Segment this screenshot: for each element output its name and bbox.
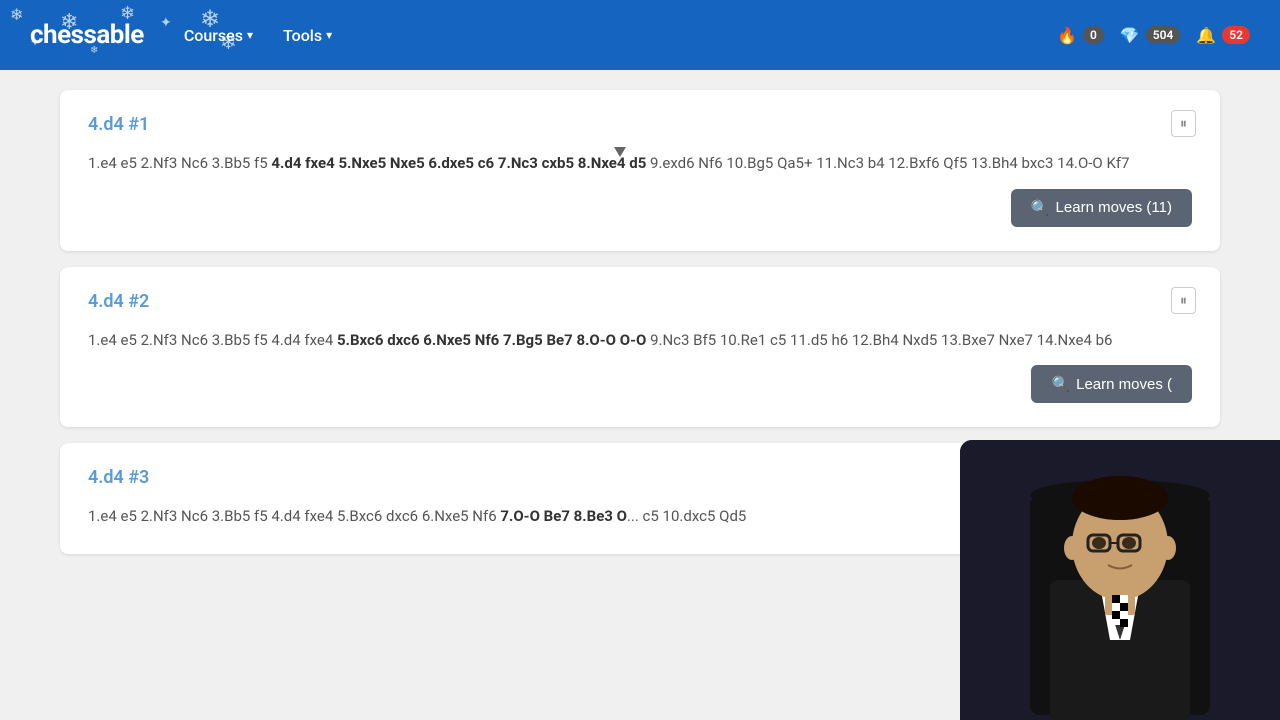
fire-icon: 🔥 <box>1057 26 1077 45</box>
bell-icon: 🔔 <box>1196 26 1216 45</box>
card-3-moves-normal2: ... c5 10.dxc5 Qd5 <box>627 507 746 525</box>
snowflake-icon: ❄ <box>10 5 23 24</box>
card-2-learn-label: Learn moves ( <box>1076 376 1172 393</box>
mouse-cursor <box>614 147 626 157</box>
tools-chevron-icon: ▾ <box>326 28 332 42</box>
webcam-person <box>960 440 1280 720</box>
card-2-moves: 1.e4 e5 2.Nf3 Nc6 3.Bb5 f5 4.d4 fxe4 5.B… <box>88 328 1192 354</box>
card-1-moves-bold: 4.d4 fxe4 5.Nxe5 Nxe5 6.dxe5 c6 7.Nc3 cx… <box>271 154 646 172</box>
tools-label: Tools <box>283 26 322 45</box>
webcam-overlay <box>960 440 1280 720</box>
card-2: 4.d4 #2 ⏸ 1.e4 e5 2.Nf3 Nc6 3.Bb5 f5 4.d… <box>60 267 1220 428</box>
fire-count: 0 <box>1083 26 1104 44</box>
card-1: 4.d4 #1 ⏸ 1.e4 e5 2.Nf3 Nc6 3.Bb5 f5 4.d… <box>60 90 1220 251</box>
card-1-title: 4.d4 #1 <box>88 114 1192 135</box>
diamond-group[interactable]: 💎 504 <box>1120 26 1181 45</box>
card-1-moves-normal2: 9.exd6 Nf6 10.Bg5 Qa5+ 11.Nc3 b4 12.Bxf6… <box>646 154 1129 172</box>
bell-group[interactable]: 🔔 52 <box>1196 26 1250 45</box>
courses-label: Courses <box>184 26 243 45</box>
diamond-count: 504 <box>1146 26 1181 44</box>
main-nav: Courses ▾ Tools ▾ <box>184 26 1057 45</box>
card-2-learn-button[interactable]: 🔍 Learn moves ( <box>1031 365 1192 403</box>
card-1-learn-button[interactable]: 🔍 Learn moves (11) <box>1011 189 1192 227</box>
bell-count: 52 <box>1222 26 1250 44</box>
card-2-pause-button[interactable]: ⏸ <box>1171 287 1196 314</box>
card-2-moves-normal: 1.e4 e5 2.Nf3 Nc6 3.Bb5 f5 4.d4 fxe4 <box>88 331 337 349</box>
diamond-icon: 💎 <box>1120 26 1140 45</box>
fire-group[interactable]: 🔥 0 <box>1057 26 1104 45</box>
logo[interactable]: chessable <box>30 20 144 50</box>
person-svg <box>960 440 1280 720</box>
card-1-learn-label: Learn moves (11) <box>1056 199 1172 216</box>
snowflake-icon: ✦ <box>160 15 172 31</box>
card-1-moves: 1.e4 e5 2.Nf3 Nc6 3.Bb5 f5 4.d4 fxe4 5.N… <box>88 151 1192 177</box>
header: ❄ ❄ ❄ ✦ ❄ ❄ ✦ ❄ chessable Courses ▾ Tool… <box>0 0 1280 70</box>
card-2-moves-bold: 5.Bxc6 dxc6 6.Nxe5 Nf6 7.Bg5 Be7 8.O-O O… <box>337 331 646 349</box>
tools-nav-item[interactable]: Tools ▾ <box>283 26 332 45</box>
learn-icon: 🔍 <box>1031 199 1050 217</box>
card-1-moves-normal: 1.e4 e5 2.Nf3 Nc6 3.Bb5 f5 <box>88 154 271 172</box>
card-3-moves-normal: 1.e4 e5 2.Nf3 Nc6 3.Bb5 f5 4.d4 fxe4 5.B… <box>88 507 500 525</box>
courses-nav-item[interactable]: Courses ▾ <box>184 26 253 45</box>
courses-chevron-icon: ▾ <box>247 28 253 42</box>
card-2-moves-normal2: 9.Nc3 Bf5 10.Re1 c5 11.d5 h6 12.Bh4 Nxd5… <box>646 331 1112 349</box>
card-2-title: 4.d4 #2 <box>88 291 1192 312</box>
card-3-moves-bold: 7.O-O Be7 8.Be3 O <box>500 507 627 525</box>
card-1-pause-button[interactable]: ⏸ <box>1171 110 1196 137</box>
header-right: 🔥 0 💎 504 🔔 52 <box>1057 26 1250 45</box>
learn-icon-2: 🔍 <box>1051 375 1070 393</box>
